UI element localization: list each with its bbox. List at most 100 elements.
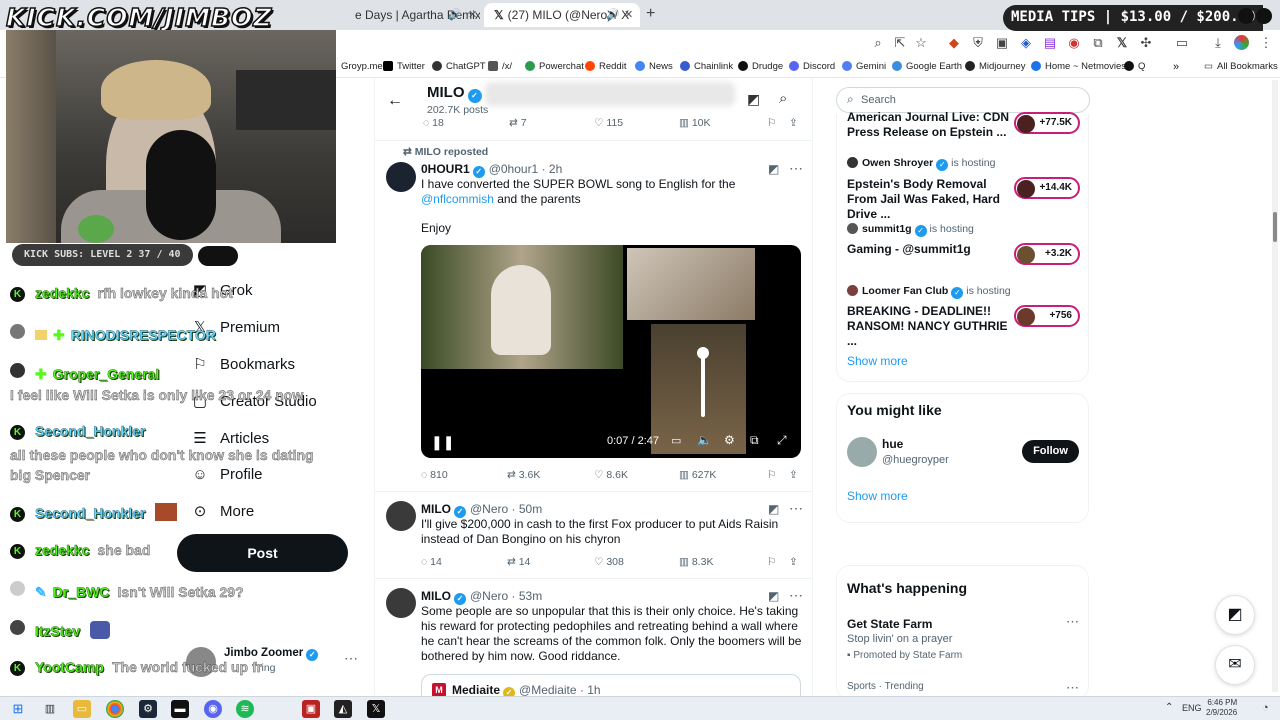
- profile-avatar[interactable]: [1234, 35, 1249, 50]
- grok-icon[interactable]: ◩: [768, 502, 779, 516]
- avatar[interactable]: [847, 437, 877, 467]
- views-button[interactable]: ▥ 8.3K: [679, 556, 713, 568]
- more-icon[interactable]: ⋯: [789, 500, 803, 517]
- clock[interactable]: 6:46 PM 2/9/2026: [1206, 698, 1237, 718]
- nav-item-bookmarks[interactable]: ⚐ Bookmarks: [188, 355, 295, 373]
- tweet-author[interactable]: 0HOUR1 ✓ @0hour1 · 2h: [421, 162, 562, 178]
- bookmark-gemini[interactable]: Gemini: [842, 61, 886, 72]
- views-button[interactable]: ▥ 627K: [679, 469, 716, 481]
- task-view-icon[interactable]: ▥: [41, 700, 59, 718]
- follow-button[interactable]: Follow: [1022, 440, 1079, 463]
- bookmark-powerchat[interactable]: Powerchat: [525, 61, 584, 72]
- quote-tweet[interactable]: M Mediaite ✓ @Mediaite · 1h: [421, 674, 801, 696]
- more-icon[interactable]: ⋯: [1066, 680, 1079, 696]
- captions-icon[interactable]: ▭: [671, 434, 681, 447]
- more-icon[interactable]: ⋯: [789, 587, 803, 604]
- app-icon[interactable]: ◭: [334, 700, 352, 718]
- grok-float-button[interactable]: ◩: [1215, 595, 1255, 635]
- repost-button[interactable]: ⇄ 3.6K: [507, 469, 540, 481]
- space-title[interactable]: American Journal Live: CDN Press Release…: [847, 110, 1012, 140]
- reply-button[interactable]: ◌ 18: [423, 117, 444, 129]
- share-button[interactable]: ⇪: [789, 469, 798, 481]
- bookmark-discord[interactable]: Discord: [789, 61, 835, 72]
- bookmark-reddit[interactable]: Reddit: [585, 61, 626, 72]
- more-icon[interactable]: ⋯: [789, 160, 803, 177]
- search-icon[interactable]: ⌕: [779, 90, 787, 107]
- extension-icon[interactable]: ▤: [1042, 35, 1058, 51]
- discord-icon[interactable]: ◉: [204, 700, 222, 718]
- nav-item-profile[interactable]: ☺ Profile: [188, 466, 262, 483]
- grok-icon[interactable]: ◩: [747, 91, 760, 108]
- space-listeners-pill[interactable]: +14.4K: [1014, 177, 1080, 199]
- grok-icon[interactable]: ◩: [768, 589, 779, 603]
- bookmark-netmovies[interactable]: Home ~ Netmovies: [1031, 61, 1126, 72]
- language-indicator[interactable]: ENG: [1182, 703, 1202, 713]
- bookmark-x[interactable]: /x/: [488, 61, 512, 72]
- extension-icon[interactable]: ◈: [1018, 35, 1034, 51]
- reply-button[interactable]: ◌ 810: [421, 469, 448, 481]
- volume-slider-handle[interactable]: [697, 347, 709, 359]
- show-more-link[interactable]: Show more: [847, 489, 908, 503]
- bookmark-chainlink[interactable]: Chainlink: [680, 61, 733, 72]
- bookmark-button[interactable]: ⚐: [767, 556, 776, 568]
- scrollbar-track[interactable]: [1272, 80, 1278, 692]
- avatar[interactable]: [386, 501, 416, 531]
- account-more-icon[interactable]: ⋯: [344, 650, 358, 667]
- bookmark-button[interactable]: ⚐: [767, 469, 776, 481]
- post-button[interactable]: Post: [177, 534, 348, 572]
- space-title[interactable]: Gaming - @summit1g: [847, 242, 1012, 257]
- bookmark-q[interactable]: Q: [1124, 61, 1145, 72]
- space-listeners-pill[interactable]: +77.5K: [1014, 112, 1080, 134]
- x-app-icon[interactable]: 𝕏: [367, 700, 385, 718]
- like-button[interactable]: ♡ 8.6K: [594, 469, 628, 481]
- nav-item-articles[interactable]: ☰ Articles: [188, 429, 269, 447]
- volume-slider[interactable]: [701, 351, 705, 417]
- bookmark-midjourney[interactable]: Midjourney: [965, 61, 1025, 72]
- extension-icon[interactable]: ◉: [1066, 35, 1082, 51]
- scrollbar-thumb[interactable]: [1273, 212, 1277, 242]
- tray-chevron-icon[interactable]: ⌃: [1165, 702, 1173, 713]
- sidebar-icon[interactable]: ▭: [1174, 35, 1190, 51]
- menu-kebab-icon[interactable]: ⋮: [1258, 35, 1274, 51]
- close-tab-icon[interactable]: ✕: [624, 8, 633, 21]
- bookmark-chatgpt[interactable]: ChatGPT: [432, 61, 486, 72]
- notification-bell-icon[interactable]: ◔: [1262, 702, 1269, 714]
- picture-in-picture-icon[interactable]: ⧉: [750, 433, 759, 448]
- show-more-link[interactable]: Show more: [847, 354, 908, 368]
- tweet-author[interactable]: MILO ✓ @Nero · 53m: [421, 589, 542, 605]
- space-listeners-pill[interactable]: +3.2K: [1014, 243, 1080, 265]
- bookmark-button[interactable]: ⚐: [767, 117, 776, 129]
- x-extension-icon[interactable]: 𝕏: [1114, 35, 1130, 51]
- download-icon[interactable]: ⤓: [1210, 35, 1226, 51]
- bookmark-news[interactable]: News: [635, 61, 673, 72]
- bookmark-drudge[interactable]: Drudge: [738, 61, 783, 72]
- space-title[interactable]: Epstein's Body Removal From Jail Was Fak…: [847, 177, 1012, 222]
- grok-icon[interactable]: ◩: [768, 162, 779, 176]
- bookmark-groyp[interactable]: Groyp.me: [341, 61, 383, 72]
- trend-title[interactable]: Get State Farm: [847, 617, 932, 631]
- fullscreen-icon[interactable]: ⤢: [777, 433, 787, 448]
- repost-button[interactable]: ⇄ 14: [507, 556, 530, 568]
- nav-item-more[interactable]: ⊙ More: [188, 502, 254, 520]
- avatar[interactable]: [386, 162, 416, 192]
- tweet-author[interactable]: MILO ✓ @Nero · 50m: [421, 502, 542, 518]
- share-button[interactable]: ⇪: [789, 117, 798, 129]
- install-icon[interactable]: ⇱: [892, 35, 908, 51]
- zoom-icon[interactable]: ⌕: [870, 35, 886, 51]
- avatar[interactable]: [386, 588, 416, 618]
- bookmarks-overflow-icon[interactable]: »: [1173, 61, 1179, 73]
- extension-icon[interactable]: ▣: [994, 35, 1010, 51]
- pause-button[interactable]: ❚❚: [431, 434, 454, 451]
- start-icon[interactable]: ⊞: [9, 700, 27, 718]
- bookmark-twitter[interactable]: Twitter: [383, 61, 425, 72]
- suggested-user-name[interactable]: hue: [882, 437, 903, 451]
- share-button[interactable]: ⇪: [789, 556, 798, 568]
- bookmark-google-earth[interactable]: Google Earth: [892, 61, 962, 72]
- messages-float-button[interactable]: ✉: [1215, 645, 1255, 685]
- extension-metamask-icon[interactable]: ◆: [946, 35, 962, 51]
- mention-link[interactable]: @nflcommish: [421, 192, 494, 206]
- settings-gear-icon[interactable]: ⚙: [724, 433, 735, 447]
- terminal-icon[interactable]: ▬: [171, 700, 189, 718]
- space-listeners-pill[interactable]: +756: [1014, 305, 1080, 327]
- file-explorer-icon[interactable]: ▭: [73, 700, 91, 718]
